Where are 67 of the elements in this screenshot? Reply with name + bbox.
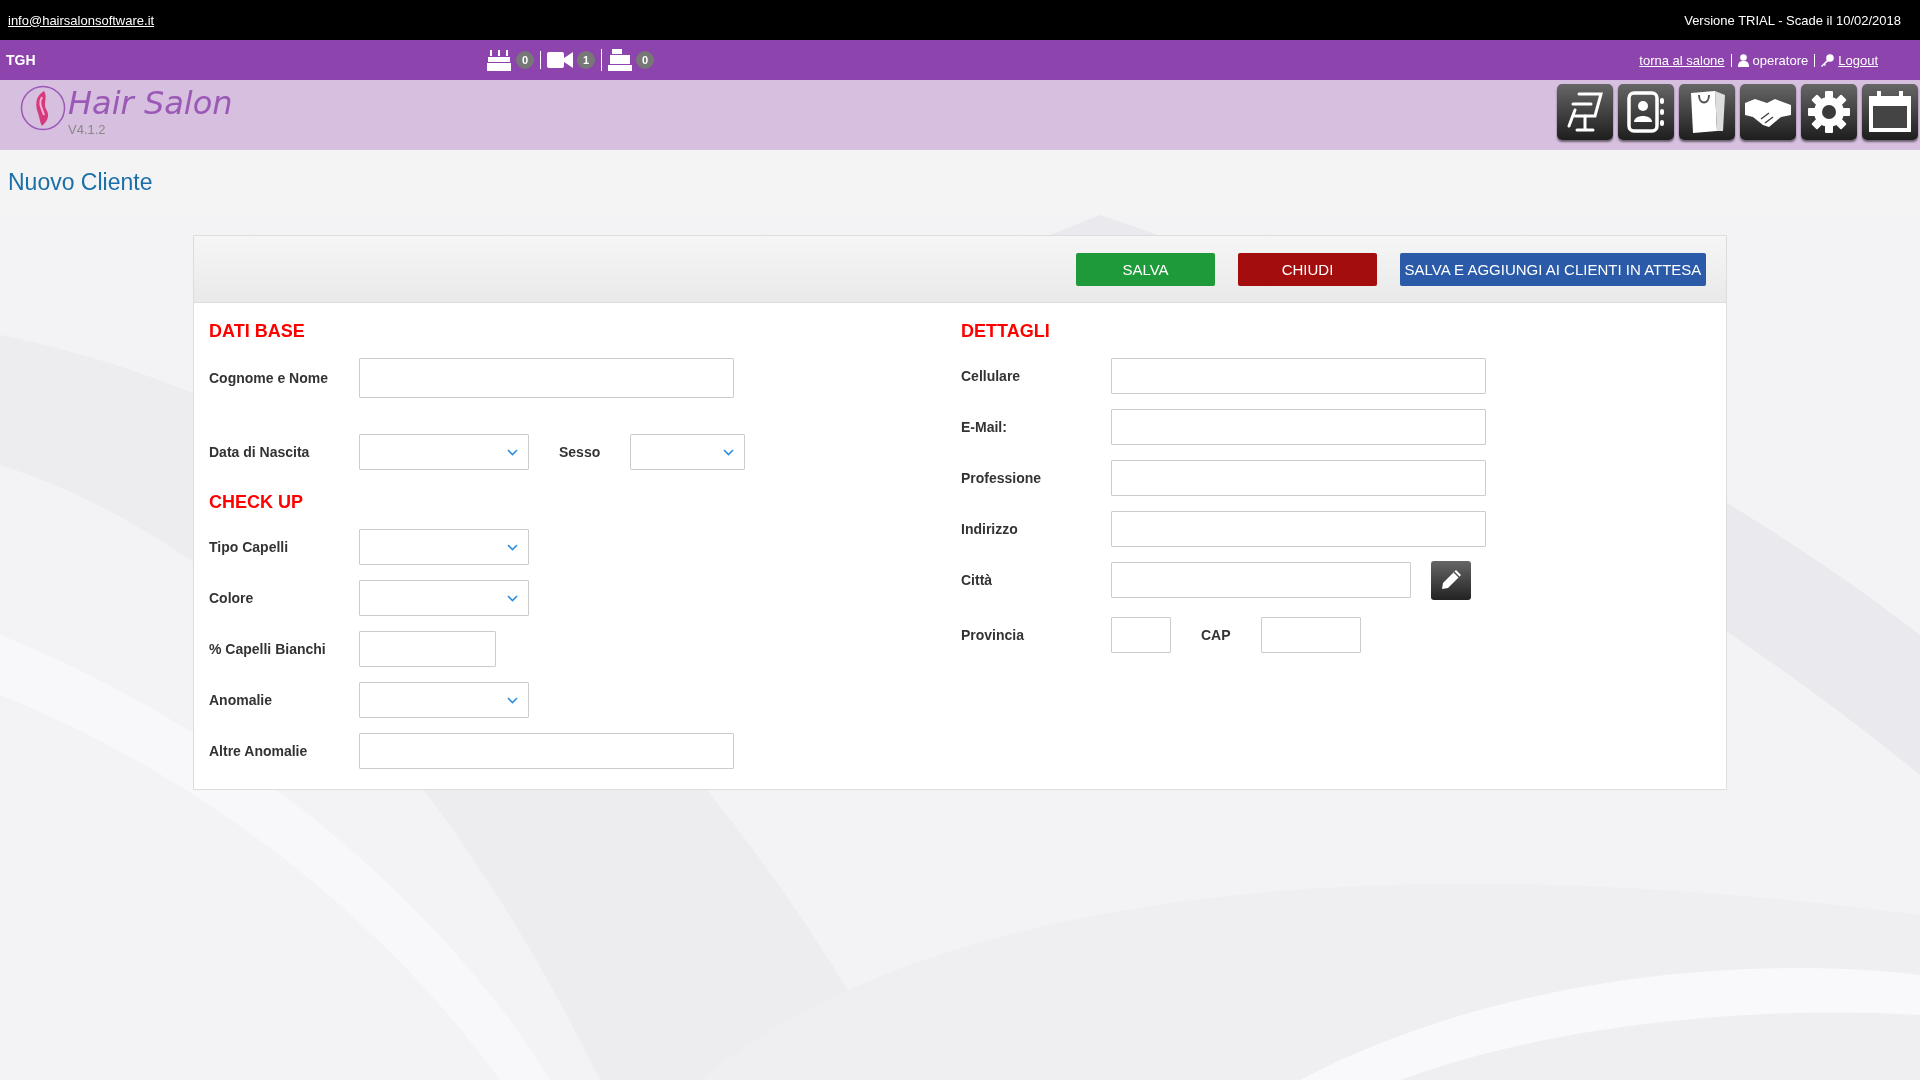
dropdown-field[interactable] [630, 434, 746, 470]
logout-link[interactable]: Logout [1838, 52, 1878, 68]
text-field[interactable] [1111, 358, 1486, 394]
logo-icon [20, 85, 66, 131]
chevron-down-icon [507, 594, 518, 602]
text-field[interactable] [1260, 617, 1361, 653]
email-link[interactable]: info@hairsalonsoftware.it [8, 12, 155, 28]
edit-button[interactable] [1431, 560, 1471, 600]
field-label: Città [961, 572, 994, 588]
field-label: Altre Anomalie [209, 743, 309, 759]
logo-text: Hair Salon [68, 85, 233, 122]
text-field[interactable] [1111, 617, 1171, 653]
chevron-down-icon [507, 543, 518, 551]
pencil-icon [1439, 568, 1463, 592]
contacts-button[interactable] [1618, 84, 1674, 140]
close-button[interactable]: CHIUDI [1238, 252, 1377, 286]
field-label: Cellulare [961, 368, 1022, 384]
field-label: CAP [1201, 627, 1231, 643]
text-field[interactable] [1111, 511, 1486, 547]
text-field[interactable] [359, 631, 496, 667]
chevron-down-icon [507, 696, 518, 704]
cake-icon[interactable] [486, 49, 512, 71]
section-heading: DETTAGLI [961, 321, 1051, 342]
handshake-button[interactable] [1740, 84, 1796, 140]
field-label: Indirizzo [961, 521, 1019, 537]
key-icon [1821, 53, 1835, 67]
count-badge: 0 [636, 51, 654, 69]
bag-button[interactable] [1679, 84, 1735, 140]
save-and-queue-button[interactable]: SALVA E AGGIUNGI AI CLIENTI IN ATTESA [1400, 252, 1706, 286]
field-label: % Capelli Bianchi [209, 641, 327, 657]
text-field[interactable] [359, 358, 734, 398]
field-label: Sesso [559, 444, 601, 460]
count-badge: 0 [516, 51, 534, 69]
dropdown-field[interactable] [359, 434, 529, 470]
operator-name: operatore [1752, 52, 1809, 68]
section-heading: CHECK UP [209, 492, 304, 513]
field-label: Cognome e Nome [209, 370, 329, 386]
field-label: Professione [961, 470, 1043, 486]
calendar-button[interactable] [1862, 84, 1918, 140]
back-to-salon-link[interactable]: torna al salone [1639, 52, 1725, 68]
page-title: Nuovo Cliente [8, 169, 153, 196]
text-field[interactable] [1111, 460, 1486, 496]
field-label: Data di Nascita [209, 444, 311, 460]
count-badge: 1 [577, 51, 595, 69]
app-version: V4.1.2 [68, 121, 107, 137]
video-camera-icon[interactable] [547, 51, 573, 69]
chair-button[interactable] [1557, 84, 1613, 140]
text-field[interactable] [359, 733, 734, 769]
field-label: Tipo Capelli [209, 539, 290, 555]
settings-button[interactable] [1801, 84, 1857, 140]
text-field[interactable] [1111, 409, 1486, 445]
save-button[interactable]: SALVA [1076, 252, 1215, 286]
trial-version-text: Versione TRIAL - Scade il 10/02/2018 [1684, 12, 1901, 28]
user-icon [1737, 53, 1749, 67]
chevron-down-icon [507, 448, 518, 456]
dropdown-field[interactable] [359, 580, 529, 616]
section-heading: DATI BASE [209, 321, 306, 342]
dropdown-field[interactable] [359, 529, 529, 565]
dropdown-field[interactable] [359, 682, 529, 718]
cash-register-icon[interactable] [608, 49, 632, 71]
field-label: E-Mail: [961, 419, 1008, 435]
field-label: Colore [209, 590, 255, 606]
chevron-down-icon [723, 448, 735, 456]
field-label: Anomalie [209, 692, 273, 708]
text-field[interactable] [1111, 562, 1411, 598]
salon-code: TGH [6, 52, 37, 68]
field-label: Provincia [961, 627, 1026, 643]
